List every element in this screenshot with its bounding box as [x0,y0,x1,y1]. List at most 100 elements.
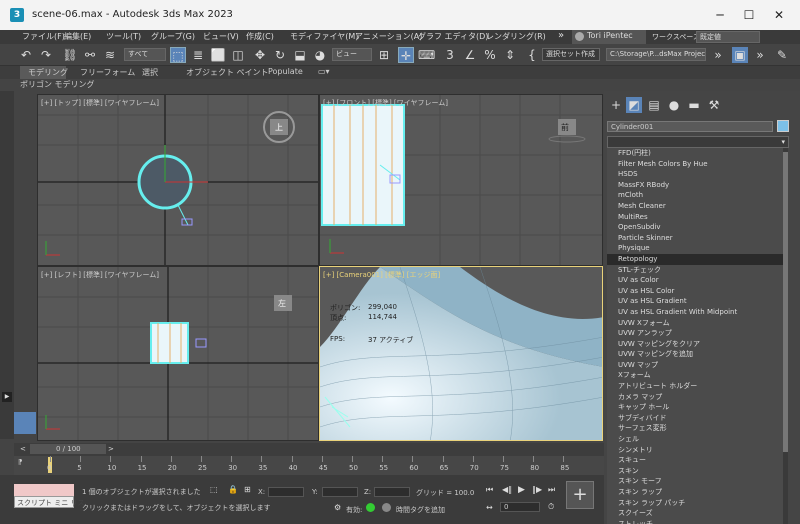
isolate-selection-icon[interactable]: ⬚ [210,485,218,494]
key-mode-icon[interactable]: ↔ [486,503,493,512]
modifier-list-scrollbar[interactable] [783,148,788,524]
menu-modifiers[interactable]: モディファイヤ(M) [290,31,358,42]
close-button[interactable]: ✕ [764,6,794,24]
reference-coord-select[interactable]: ビュー [332,48,372,61]
modifier-list-item[interactable]: カメラ マップ [607,392,785,403]
view-cube-left[interactable]: 左 [278,298,286,309]
goto-end-icon[interactable]: ⏭ [548,485,555,495]
x-coord-field[interactable] [268,487,304,497]
modify-tab-icon[interactable]: ◩ [626,97,642,113]
selection-filter-select[interactable]: すべて [124,48,166,61]
link-icon[interactable]: ⛓ [62,47,78,63]
modifier-list-dropdown[interactable]: ▾ [607,136,789,148]
modifier-list-item[interactable]: FFD(円柱) [607,148,785,159]
viewport-front-label[interactable]: [+] [フロント] [標準] [ワイヤフレーム] [323,98,448,108]
menu-rendering[interactable]: レンダリング(R) [486,31,546,42]
modifier-list-item[interactable]: サーフェス変形 [607,423,785,434]
menu-create[interactable]: 作成(C) [246,31,274,42]
next-frame-icon[interactable]: > [108,445,114,453]
rect-selection-icon[interactable]: ⬜ [210,47,226,63]
modifier-list-item[interactable]: サブディバイド [607,413,785,424]
modifier-list-item[interactable]: UV as Color [607,275,785,286]
modifier-list-item[interactable]: OpenSubdiv [607,222,785,233]
modifier-list-item[interactable]: UV as HSL Gradient With Midpoint [607,307,785,318]
hierarchy-tab-icon[interactable]: ▤ [646,97,662,113]
motion-tab-icon[interactable]: ● [666,97,682,113]
track-bar-icon[interactable]: ⁋ [18,458,22,466]
modifier-list-item[interactable]: Mesh Cleaner [607,201,785,212]
select-object-icon[interactable]: ⬚ [170,47,186,63]
scale-icon[interactable]: ⬓ [292,47,308,63]
menu-tools[interactable]: ツール(T) [106,31,141,42]
spinner-snap-icon[interactable]: ⇕ [502,47,518,63]
play-icon[interactable]: ▶ [518,485,525,495]
goto-start-icon[interactable]: ⏮ [486,485,493,495]
modifier-list-item[interactable]: スキュー [607,455,785,466]
add-key-button[interactable]: + [566,481,594,509]
prev-frame-icon[interactable]: < [20,445,26,453]
modifier-list-item[interactable]: アトリビュート ホルダー [607,381,785,392]
modifier-list-item[interactable]: ストレッチ [607,519,785,524]
maxscript-mini-listener[interactable]: スクリプト ミニ リス [14,496,84,508]
project-path-select[interactable]: C:\Storage\P...dsMax Project [606,48,706,61]
menu-graph-editors[interactable]: グラフ エディタ(D) [418,31,488,42]
move-icon[interactable]: ✥ [252,47,268,63]
modifier-list-item[interactable]: HSDS [607,169,785,180]
modifier-list-item[interactable]: スキン [607,466,785,477]
tab-selection[interactable]: 選択 [142,67,158,78]
menu-overflow-icon[interactable]: » [558,30,564,41]
play-sidebar-icon[interactable]: ▶ [2,392,12,402]
menu-file[interactable]: ファイル(F) [22,31,65,42]
menu-group[interactable]: グループ(G) [151,31,195,42]
viewport-camera-label[interactable]: [+] [Camera001] [標準] [エッジ面] [323,270,440,280]
track-bar[interactable]: ⁋ 0 5 10 15 20 25 30 35 40 45 50 55 60 65 70 75 80 85 [14,456,604,475]
time-slider[interactable]: 0 / 100 [30,444,106,454]
modifier-list-item[interactable]: UVW マッピングをクリア [607,339,785,350]
modifier-list-item[interactable]: シェル [607,434,785,445]
modifier-list-item[interactable]: UV as HSL Gradient [607,296,785,307]
workspace-select[interactable]: 既定値 [696,31,760,43]
redo-icon[interactable]: ↷ [38,47,54,63]
modifier-list-item[interactable]: スキン ラップ [607,487,785,498]
select-manipulate-icon[interactable]: ✛ [398,47,414,63]
display-tab-icon[interactable]: ▬ [686,97,702,113]
maxscript-listener-pink[interactable] [14,484,74,496]
modifier-list-item[interactable]: スクイーズ [607,508,785,519]
viewport-camera[interactable]: [+] [Camera001] [標準] [エッジ面] ポリゴン: 299,04… [319,266,603,441]
bind-spacewarp-icon[interactable]: ≋ [102,47,118,63]
modifier-list-item[interactable]: Xフォーム [607,370,785,381]
user-account[interactable]: Tori iPentec [572,30,646,44]
tab-freeform[interactable]: フリーフォーム [80,67,135,78]
modifier-list-item[interactable]: UVW Xフォーム [607,318,785,329]
render-setup-icon[interactable]: ▣ [732,47,748,63]
keyboard-shortcut-icon[interactable]: ⌨ [418,47,435,63]
modifier-list-item[interactable]: スキン モーフ [607,476,785,487]
enable-indicator-icon[interactable] [366,503,375,512]
viewport-front[interactable]: 前 [+] [フロント] [標準] [ワイヤフレーム] [319,94,603,266]
modifier-list-item[interactable]: シンメトリ [607,445,785,456]
create-tab-icon[interactable]: + [608,97,624,113]
viewport-layout-icon[interactable] [14,412,36,434]
menu-edit[interactable]: 編集(E) [64,31,91,42]
modifier-list-item[interactable]: UVW アンラップ [607,328,785,339]
tab-populate[interactable]: Populate [268,67,303,76]
add-time-tag[interactable]: 時間タグを追加 [396,505,445,515]
selection-lock-icon[interactable]: 🔒 [228,485,238,494]
window-crossing-icon[interactable]: ◫ [230,47,246,63]
modifier-list-item[interactable]: MultiRes [607,212,785,223]
next-key-icon[interactable]: ‖▶ [532,485,542,494]
utilities-tab-icon[interactable]: ⚒ [706,97,722,113]
ribbon-sub-label[interactable]: ポリゴン モデリング [20,79,95,90]
undo-icon[interactable]: ↶ [18,47,34,63]
script-icon[interactable]: ⚙ [334,503,341,512]
modifier-list-item[interactable]: Retopology [607,253,785,265]
percent-snap-icon[interactable]: % [482,47,498,63]
time-config-icon[interactable]: ⏱ [548,502,554,512]
snap-3d-icon[interactable]: 3 [442,47,458,63]
tab-object-paint[interactable]: オブジェクト ペイント [186,67,269,78]
modifier-list-item[interactable]: UV as HSL Color [607,286,785,297]
object-name-field[interactable]: Cylinder001 [607,121,773,132]
modifier-list-item[interactable]: MassFX RBody [607,180,785,191]
time-tag-icon[interactable] [382,503,391,512]
named-selection-set[interactable]: 選択セット作成 [542,48,600,61]
